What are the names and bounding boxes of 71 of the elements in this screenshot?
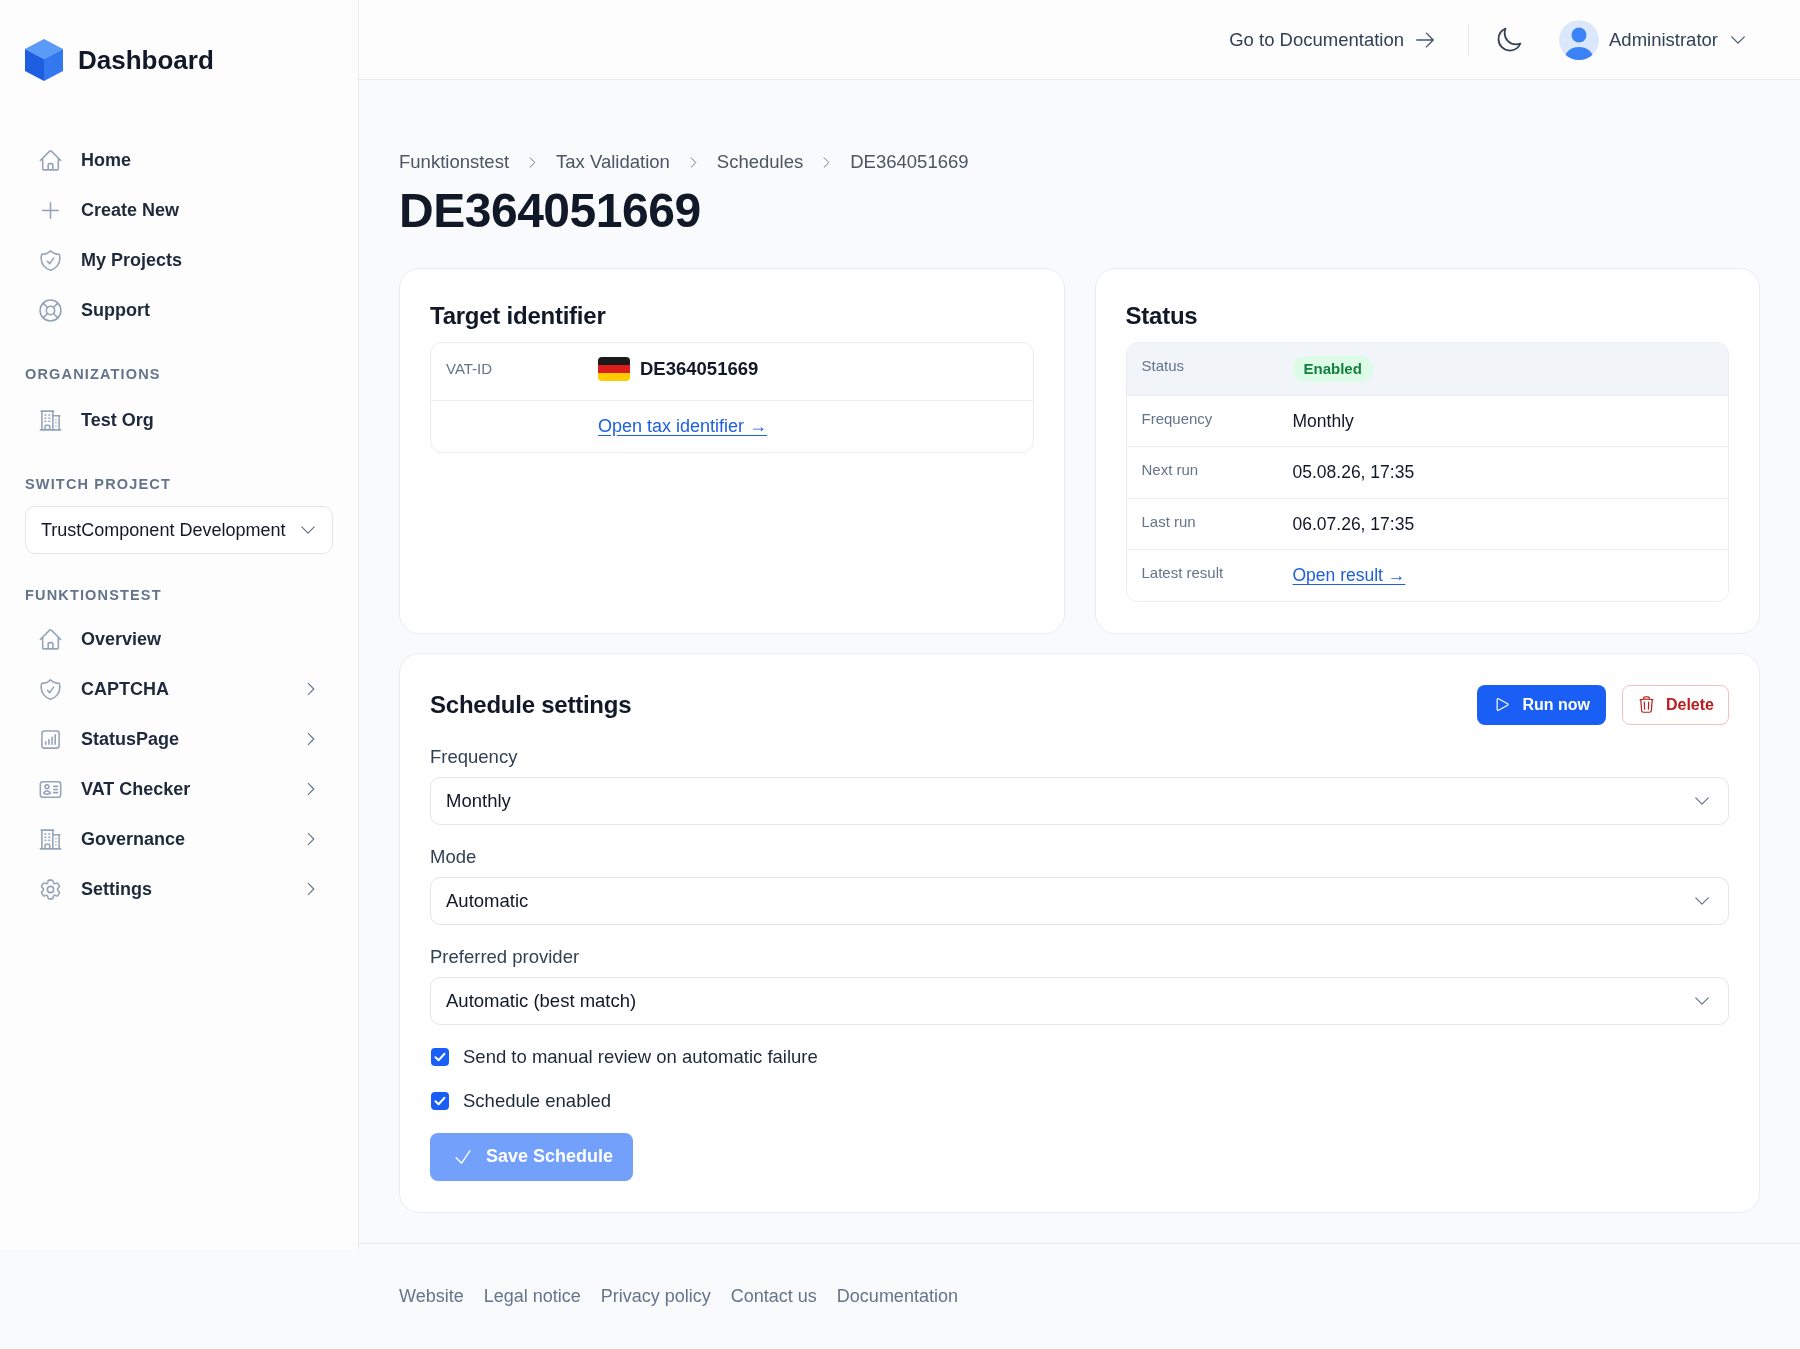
avatar-icon[interactable] [1559,19,1599,60]
footer-link[interactable]: Contact us [730,1283,817,1310]
breadcrumb-link[interactable]: Schedules [716,150,804,174]
field-label: Next run [1141,461,1199,479]
field-value: 05.08.26, 17:35 [1292,462,1415,483]
select-field[interactable]: Monthly [430,776,1729,825]
card-title: Target identifier [430,301,607,331]
shield-check-icon [38,676,63,702]
field-label: VAT-ID [446,360,493,377]
breadcrumb-link[interactable]: DE364051669 [850,150,969,174]
brand-name: Dashboard [78,43,214,77]
nav-item[interactable]: Support [25,285,333,335]
nav-item[interactable]: My Projects [25,235,333,285]
checkbox[interactable] [431,1047,449,1066]
breadcrumb-link[interactable]: Tax Validation [556,150,670,174]
project-select[interactable]: TrustComponent Development [25,506,333,554]
user-menu[interactable]: Administrator [1559,19,1748,60]
checkbox-label: Schedule enabled [463,1089,612,1114]
cube-logo-icon [25,39,63,81]
moon-icon[interactable] [1495,25,1523,54]
checkbox-label: Send to manual review on automatic failure [463,1045,818,1070]
building-icon [38,826,63,852]
footer-link[interactable]: Website [399,1283,464,1310]
field-label: Preferred provider [430,944,581,969]
section-heading: FUNKTIONSTEST [24,586,163,605]
trash-icon [1636,695,1656,715]
page-title: DE364051669 [399,184,702,238]
field-label: Frequency [1141,409,1213,427]
footer-link[interactable]: Privacy policy [600,1283,711,1310]
open-result-link[interactable]: Open result → [1292,565,1406,586]
nav-item[interactable]: Governance [25,814,333,864]
footer-link[interactable]: Documentation [836,1283,958,1310]
field-label: Frequency [430,744,519,769]
check-icon [434,1051,446,1062]
nav-item[interactable]: VAT Checker [25,764,333,814]
field-value: 06.07.26, 17:35 [1292,513,1415,534]
checkbox[interactable] [431,1091,449,1110]
card-title: Schedule settings [430,689,632,720]
section-heading: SWITCH PROJECT [24,475,172,494]
vat-id-value: DE364051669 [640,357,759,381]
run-now-button[interactable]: Run now [1477,684,1606,725]
select-field[interactable]: Automatic (best match) [430,976,1729,1025]
select-field[interactable]: Automatic [430,876,1729,925]
check-icon [434,1095,446,1106]
nav-item[interactable]: Overview [25,614,333,664]
field-label: Latest result [1141,564,1224,582]
nav-item[interactable]: Home [25,135,333,185]
breadcrumb-link[interactable]: Funktionstest [399,150,510,174]
nav-item[interactable]: CAPTCHA [25,664,333,714]
flag-icon [598,357,630,381]
delete-button[interactable]: Delete [1621,684,1729,725]
field-label: Last run [1141,512,1196,530]
nav-item[interactable]: StatusPage [25,714,333,764]
card-title: Status [1125,301,1199,331]
field-label: Mode [430,844,478,869]
settings-icon [38,876,63,902]
documentation-link[interactable]: Go to Documentation [1229,25,1436,54]
field-value: Monthly [1292,410,1354,431]
nav-item[interactable]: Settings [25,864,333,914]
open-tax-identifier-link[interactable]: Open tax identifier → [598,413,768,440]
home-icon [38,147,63,173]
shield-check-icon [38,247,63,273]
home-icon [38,626,63,652]
field-label: Status [1141,357,1185,374]
nav-item[interactable]: Test Org [25,395,333,445]
lifebuoy-icon [38,297,63,323]
section-heading: ORGANIZATIONS [24,365,162,384]
building-icon [38,407,63,433]
footer-link[interactable]: Legal notice [483,1283,581,1310]
status-badge: Enabled [1292,356,1373,382]
nav-item[interactable]: Create New [25,185,333,235]
